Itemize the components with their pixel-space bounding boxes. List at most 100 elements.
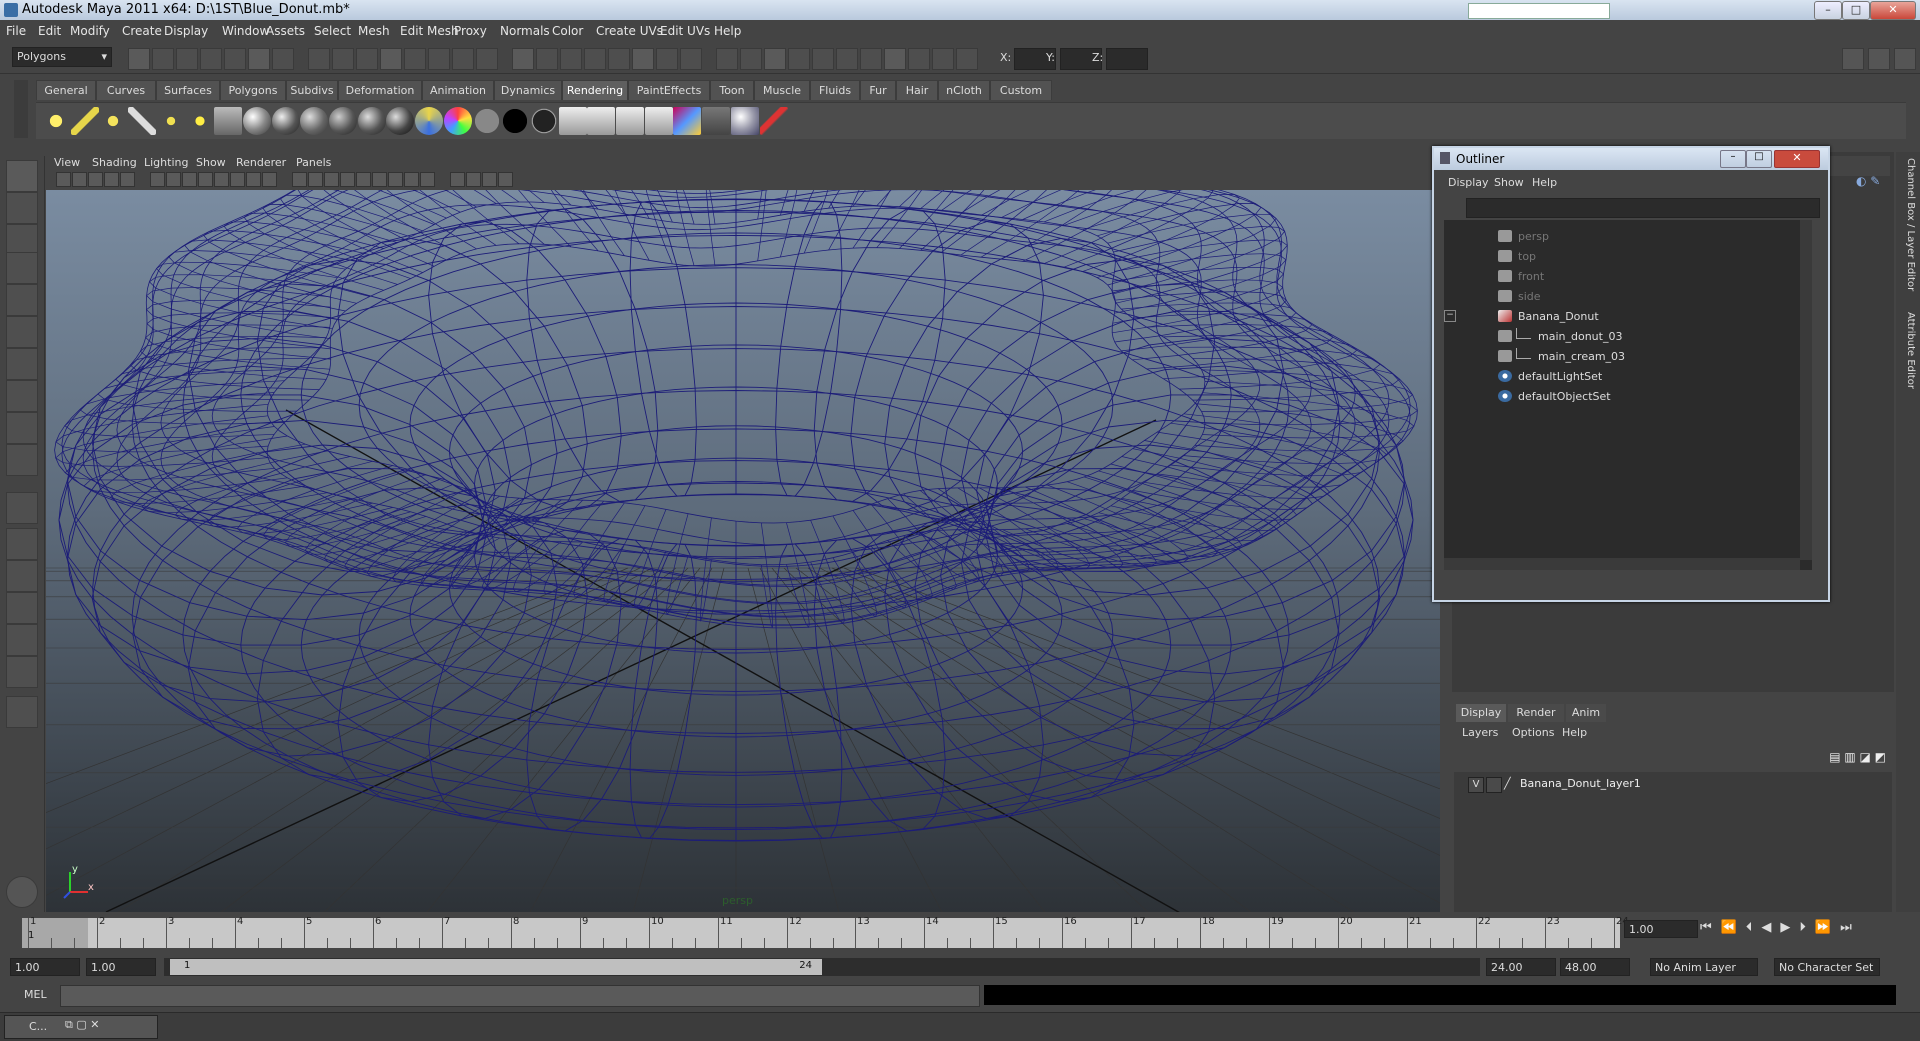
shelf-tab-toon[interactable]: Toon (710, 80, 754, 100)
statusline-tool-icon[interactable] (560, 48, 582, 70)
menu-normals[interactable]: Normals (500, 24, 550, 38)
outliner-item-label[interactable]: top (1518, 250, 1536, 263)
render-view-icon[interactable] (242, 107, 271, 135)
ipr-render-icon[interactable] (616, 107, 644, 135)
shelf-tab-muscle[interactable]: Muscle (754, 80, 810, 100)
viewport-tool-icon[interactable] (420, 172, 435, 187)
menu-edit-mesh[interactable]: Edit Mesh (400, 24, 459, 38)
outliner-item[interactable]: persp (1444, 228, 1798, 246)
viewport-tool-icon[interactable] (498, 172, 513, 187)
last-tool-icon[interactable] (6, 444, 38, 476)
minimized-window-item[interactable]: C... ⧉ ▢ ✕ (4, 1015, 158, 1039)
viewport-tool-icon[interactable] (388, 172, 403, 187)
statusline-tool-icon[interactable] (860, 48, 882, 70)
restore-icon[interactable]: ⧉ ▢ ✕ (65, 1018, 99, 1032)
statusline-tool-icon[interactable] (932, 48, 954, 70)
anim-start-field[interactable]: 1.00 (10, 958, 80, 976)
statusline-tool-icon[interactable] (716, 48, 738, 70)
attribute-editor-toggle-icon[interactable] (1868, 48, 1890, 70)
statusline-tool-icon[interactable] (656, 48, 678, 70)
viewport-tool-icon[interactable] (56, 172, 71, 187)
viewport-tool-icon[interactable] (324, 172, 339, 187)
minimize-button[interactable]: – (1814, 1, 1842, 20)
ambient-light-icon[interactable] (185, 107, 214, 135)
viewport-tool-icon[interactable] (120, 172, 135, 187)
persp-graph-layout-icon[interactable] (6, 592, 38, 624)
use-background-icon[interactable] (529, 107, 558, 135)
render-globals-icon[interactable] (214, 107, 243, 135)
statusline-tool-icon[interactable] (908, 48, 930, 70)
layered-shader-icon[interactable] (415, 107, 444, 135)
layer-menu-options[interactable]: Options (1512, 726, 1554, 739)
select-tool-icon[interactable] (6, 160, 38, 192)
menu-edit-uvs[interactable]: Edit UVs (660, 24, 710, 38)
outliner-close-button[interactable]: ✕ (1774, 150, 1820, 168)
menu-modify[interactable]: Modify (70, 24, 110, 38)
shelf-tab-animation[interactable]: Animation (422, 80, 494, 100)
shelf-tab-hair[interactable]: Hair (896, 80, 938, 100)
statusline-tool-icon[interactable] (224, 48, 246, 70)
menu-assets[interactable]: Assets (266, 24, 305, 38)
paint-brush-icon[interactable] (759, 107, 788, 135)
sphere-texture-icon[interactable] (730, 107, 759, 135)
move-tool-icon[interactable] (6, 252, 38, 284)
render-current-icon[interactable] (587, 107, 616, 135)
layer-tab-render[interactable]: Render (1508, 704, 1564, 722)
anim-end-field[interactable]: 48.00 (1560, 958, 1630, 976)
layer-row[interactable]: V ╱ Banana_Donut_layer1 (1462, 776, 1882, 793)
black-shader-icon[interactable] (501, 107, 530, 135)
shelf-tab-rendering[interactable]: Rendering (562, 80, 628, 100)
viewport-tool-icon[interactable] (292, 172, 307, 187)
viewport-tool-icon[interactable] (166, 172, 181, 187)
time-slider-track[interactable]: 1 1 2 3 4 5 6 7 8 9 10 11 12 13 14 15 16 17 18 19 20 21 22 23 2… (22, 916, 1629, 948)
menu-select[interactable]: Select (314, 24, 351, 38)
shelf-tab-custom[interactable]: Custom (990, 80, 1052, 100)
viewport-tool-icon[interactable] (340, 172, 355, 187)
shelf-tab-fluids[interactable]: Fluids (810, 80, 860, 100)
shelf-tab-surfaces[interactable]: Surfaces (156, 80, 220, 100)
statusline-tool-icon[interactable] (428, 48, 450, 70)
viewport-tool-icon[interactable] (214, 172, 229, 187)
statusline-tool-icon[interactable] (356, 48, 378, 70)
shelf-tab-curves[interactable]: Curves (96, 80, 156, 100)
outliner-menu-display[interactable]: Display (1448, 176, 1489, 189)
menu-set-selector[interactable]: Polygons ▾ (12, 47, 112, 67)
menu-help[interactable]: Help (714, 24, 741, 38)
statusline-tool-icon[interactable] (248, 48, 270, 70)
statusline-tool-icon[interactable] (884, 48, 906, 70)
outliner-item[interactable]: − Banana_Donut (1444, 308, 1798, 326)
z-input[interactable] (1106, 48, 1148, 70)
viewport-tool-icon[interactable] (246, 172, 261, 187)
layer-visibility-toggle[interactable]: V (1468, 777, 1484, 793)
rotate-tool-icon[interactable] (6, 284, 38, 316)
layer-tool-icons[interactable]: ▤ ▥ ◪ ◩ (1786, 750, 1886, 768)
viewport-menu-view[interactable]: View (54, 156, 80, 169)
outliner-item-label[interactable]: defaultLightSet (1518, 370, 1602, 383)
point-light-icon[interactable] (42, 107, 70, 135)
character-set-selector[interactable]: No Character Set (1774, 958, 1880, 976)
outliner-filter-input[interactable] (1466, 198, 1820, 218)
viewport-tool-icon[interactable] (72, 172, 87, 187)
statusline-tool-icon[interactable] (608, 48, 630, 70)
statusline-tool-icon[interactable] (584, 48, 606, 70)
statusline-tool-icon[interactable] (476, 48, 498, 70)
layer-tab-anim[interactable]: Anim (1566, 704, 1606, 722)
show-manipulator-icon[interactable] (6, 412, 38, 444)
hypershade-layout-icon[interactable] (6, 624, 38, 656)
command-language-label[interactable]: MEL (24, 988, 47, 1001)
soft-mod-tool-icon[interactable] (6, 380, 38, 412)
viewport-tool-icon[interactable] (372, 172, 387, 187)
viewport-tool-icon[interactable] (262, 172, 277, 187)
statusline-tool-icon[interactable] (404, 48, 426, 70)
four-view-layout-icon[interactable] (6, 528, 38, 560)
current-time-field[interactable]: 1.00 (1624, 920, 1698, 938)
layer-menu-layers[interactable]: Layers (1462, 726, 1498, 739)
statusline-tool-icon[interactable] (452, 48, 474, 70)
viewport-tool-icon[interactable] (198, 172, 213, 187)
viewport-tool-icon[interactable] (182, 172, 197, 187)
menu-edit[interactable]: Edit (38, 24, 61, 38)
layer-menu-help[interactable]: Help (1562, 726, 1587, 739)
surface-shader-icon[interactable] (472, 107, 501, 135)
spot-light-icon[interactable] (99, 107, 128, 135)
hypershade-icon[interactable] (558, 107, 587, 135)
